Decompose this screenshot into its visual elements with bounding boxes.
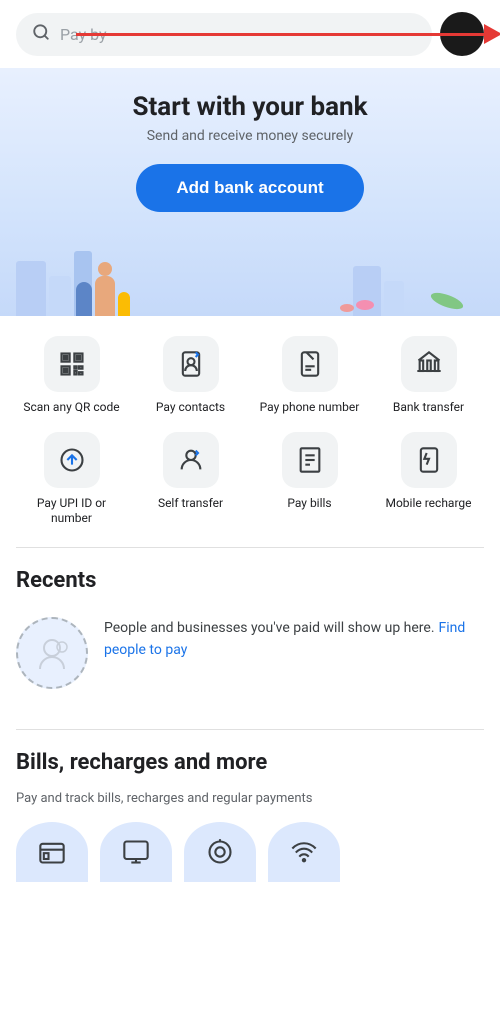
action-item-bank-transfer[interactable]: Bank transfer xyxy=(373,336,484,416)
pay-contacts-label: Pay contacts xyxy=(156,400,225,416)
action-item-pay-contacts[interactable]: Pay contacts xyxy=(135,336,246,416)
pay-bills-label: Pay bills xyxy=(287,496,331,512)
bills-icon-0[interactable] xyxy=(16,822,88,882)
bank-transfer-label: Bank transfer xyxy=(393,400,464,416)
recents-empty-state: People and businesses you've paid will s… xyxy=(16,609,484,709)
hero-title: Start with your bank xyxy=(16,92,484,122)
mobile-recharge-icon xyxy=(401,432,457,488)
recents-avatar xyxy=(16,617,88,689)
search-icon xyxy=(32,23,50,46)
bills-title: Bills, recharges and more xyxy=(16,750,484,775)
hero-illustration xyxy=(16,236,484,316)
bills-section: Bills, recharges and more Pay and track … xyxy=(0,750,500,882)
bills-icon-1[interactable] xyxy=(100,822,172,882)
actions-grid: Scan any QR code Pay contacts Pay phone … xyxy=(16,336,484,527)
pay-phone-label: Pay phone number xyxy=(260,400,360,416)
search-placeholder: Pay by xyxy=(60,25,416,44)
pay-phone-icon xyxy=(282,336,338,392)
action-item-self-transfer[interactable]: Self transfer xyxy=(135,432,246,527)
hero-banner: Start with your bank Send and receive mo… xyxy=(0,68,500,316)
hero-subtitle: Send and receive money securely xyxy=(16,128,484,144)
pay-bills-icon xyxy=(282,432,338,488)
bills-subtitle: Pay and track bills, recharges and regul… xyxy=(16,791,484,806)
mobile-recharge-label: Mobile recharge xyxy=(385,496,471,512)
bills-icons-row xyxy=(16,822,484,882)
recents-section: Recents People and businesses you've pai… xyxy=(0,568,500,709)
pay-upi-label: Pay UPI ID or number xyxy=(16,496,127,527)
action-item-scan-qr[interactable]: Scan any QR code xyxy=(16,336,127,416)
bank-transfer-icon xyxy=(401,336,457,392)
recents-description: People and businesses you've paid will s… xyxy=(104,620,435,636)
recents-title: Recents xyxy=(16,568,484,593)
recents-text: People and businesses you've paid will s… xyxy=(104,617,484,658)
divider-2 xyxy=(16,729,484,730)
divider xyxy=(16,547,484,548)
action-item-pay-bills[interactable]: Pay bills xyxy=(254,432,365,527)
avatar[interactable] xyxy=(440,12,484,56)
self-transfer-icon xyxy=(163,432,219,488)
action-item-pay-phone[interactable]: Pay phone number xyxy=(254,336,365,416)
bills-icon-2[interactable] xyxy=(184,822,256,882)
quick-actions: Scan any QR code Pay contacts Pay phone … xyxy=(0,316,500,527)
scan-qr-icon xyxy=(44,336,100,392)
pay-upi-icon xyxy=(44,432,100,488)
action-item-pay-upi[interactable]: Pay UPI ID or number xyxy=(16,432,127,527)
scan-qr-label: Scan any QR code xyxy=(23,400,119,416)
add-bank-button[interactable]: Add bank account xyxy=(136,164,363,212)
action-item-mobile-recharge[interactable]: Mobile recharge xyxy=(373,432,484,527)
bills-icon-3[interactable] xyxy=(268,822,340,882)
search-bar-container: Pay by xyxy=(0,0,500,68)
pay-contacts-icon xyxy=(163,336,219,392)
self-transfer-label: Self transfer xyxy=(158,496,223,512)
search-bar[interactable]: Pay by xyxy=(16,13,432,56)
